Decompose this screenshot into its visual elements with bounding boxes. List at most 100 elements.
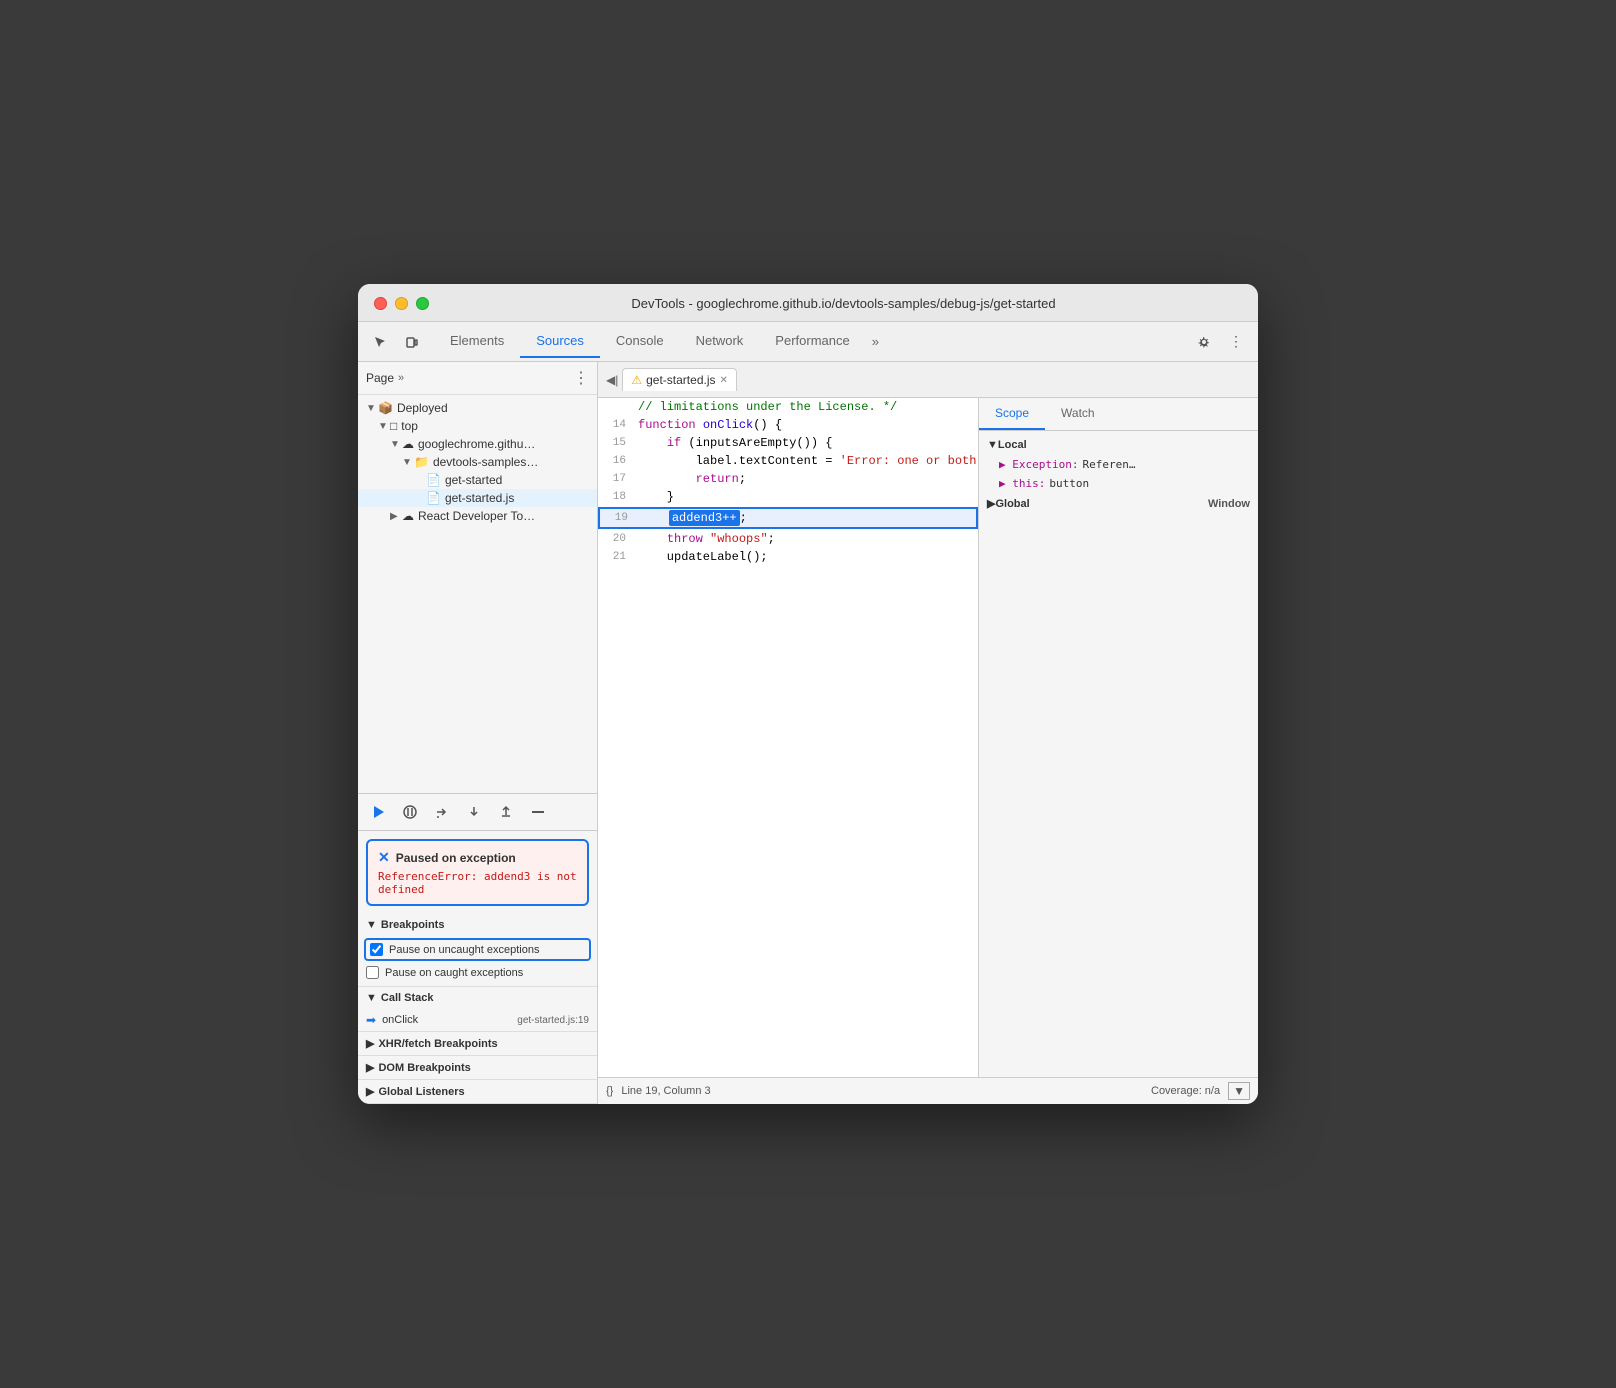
line-content: updateLabel(); — [634, 548, 978, 566]
status-bar-right: Coverage: n/a ▼ — [1151, 1082, 1250, 1100]
cloud-icon: ☁ — [402, 437, 414, 451]
close-button[interactable] — [374, 297, 387, 310]
cloud-icon: ☁ — [402, 509, 414, 523]
traffic-lights — [374, 297, 429, 310]
scope-local-arrow: ▼ — [987, 439, 998, 451]
tree-arrow: ▼ — [390, 439, 402, 450]
line-number — [598, 398, 634, 399]
dom-breakpoints-header[interactable]: ▶ DOM Breakpoints — [358, 1056, 597, 1079]
tree-item-top[interactable]: ▼ □ top — [358, 417, 597, 435]
line-content: if (inputsAreEmpty()) { — [634, 434, 978, 452]
scope-global-arrow: ▶ — [987, 497, 995, 510]
global-listeners-header[interactable]: ▶ Global Listeners — [358, 1080, 597, 1103]
tree-item-deployed[interactable]: ▼ 📦 Deployed — [358, 399, 597, 417]
tree-item-get-started[interactable]: 📄 get-started — [358, 471, 597, 489]
step-into-button[interactable] — [462, 800, 486, 824]
tab-console[interactable]: Console — [600, 325, 680, 358]
back-icon[interactable]: ◀| — [606, 373, 618, 387]
resume-button[interactable] — [366, 800, 390, 824]
settings-icon[interactable] — [1190, 328, 1218, 356]
code-line-14: 14 function onClick() { — [598, 416, 978, 434]
coverage-status: Coverage: n/a — [1151, 1085, 1220, 1097]
scope-local-header[interactable]: ▼ Local — [979, 435, 1258, 455]
cursor-position: Line 19, Column 3 — [621, 1085, 710, 1097]
call-stack-item-onclick[interactable]: ➡ onClick get-started.js:19 — [358, 1009, 597, 1031]
scope-global-header[interactable]: ▶ Global Window — [979, 493, 1258, 514]
line-content: } — [634, 488, 978, 506]
tree-label: googlechrome.githu… — [418, 437, 535, 451]
tree-label: top — [401, 419, 418, 433]
deactivate-breakpoints-button[interactable] — [526, 800, 550, 824]
code-line-20: 20 throw "whoops"; — [598, 530, 978, 548]
code-line-18: 18 } — [598, 488, 978, 506]
line-number: 19 — [600, 509, 636, 527]
sidebar-page-label: Page — [366, 371, 394, 385]
exception-icon: ✕ — [378, 849, 390, 866]
tab-network[interactable]: Network — [680, 325, 760, 358]
code-editor: // limitations under the License. */ 14 … — [598, 398, 978, 1077]
tree-item-devtools-samples[interactable]: ▼ 📁 devtools-samples… — [358, 453, 597, 471]
tab-elements[interactable]: Elements — [434, 325, 520, 358]
dom-label: DOM Breakpoints — [378, 1062, 470, 1074]
scope-item-key: ▶ this: — [999, 477, 1045, 490]
call-stack-fn-name: onClick — [382, 1014, 418, 1026]
maximize-button[interactable] — [416, 297, 429, 310]
line-content: return; — [634, 470, 978, 488]
exception-panel: ✕ Paused on exception ReferenceError: ad… — [366, 839, 589, 906]
editor-tab-close[interactable]: ✕ — [720, 375, 728, 386]
step-over-button[interactable] — [430, 800, 454, 824]
breakpoints-header[interactable]: ▼ Breakpoints — [358, 914, 597, 936]
tab-performance[interactable]: Performance — [759, 325, 865, 358]
code-line-21: 21 updateLabel(); — [598, 548, 978, 566]
pause-uncaught-checkbox[interactable] — [370, 943, 383, 956]
minimize-button[interactable] — [395, 297, 408, 310]
coverage-dropdown-icon[interactable]: ▼ — [1228, 1082, 1250, 1100]
tab-bar-tools — [366, 328, 426, 356]
sidebar-menu-icon[interactable]: ⋮ — [573, 368, 589, 388]
menu-icon[interactable]: ⋮ — [1222, 328, 1250, 356]
scope-local-label: Local — [998, 439, 1027, 451]
line-number: 15 — [598, 434, 634, 452]
call-stack-location: get-started.js:19 — [517, 1015, 589, 1026]
call-stack-arrow: ▼ — [366, 992, 377, 1004]
tree-arrow: ▶ — [390, 511, 402, 522]
step-out-button[interactable] — [494, 800, 518, 824]
xhr-breakpoints-header[interactable]: ▶ XHR/fetch Breakpoints — [358, 1032, 597, 1055]
scope-item-key: ▶ Exception: — [999, 458, 1078, 471]
scope-item-val: button — [1049, 477, 1089, 490]
file-tree: ▼ 📦 Deployed ▼ □ top ▼ ☁ googlechrome.gi… — [358, 395, 597, 793]
tree-item-get-started-js[interactable]: 📄 get-started.js — [358, 489, 597, 507]
line-number: 16 — [598, 452, 634, 470]
line-number: 21 — [598, 548, 634, 566]
pause-caught-checkbox[interactable] — [366, 966, 379, 979]
tree-item-github[interactable]: ▼ ☁ googlechrome.githu… — [358, 435, 597, 453]
xhr-breakpoints-section: ▶ XHR/fetch Breakpoints — [358, 1032, 597, 1056]
tree-item-react-devtools[interactable]: ▶ ☁ React Developer To… — [358, 507, 597, 525]
breakpoints-arrow: ▼ — [366, 919, 377, 931]
line-number: 14 — [598, 416, 634, 434]
editor-tab-get-started-js[interactable]: ⚠ get-started.js ✕ — [622, 368, 737, 391]
format-icon[interactable]: {} — [606, 1085, 613, 1097]
js-file-icon: 📄 — [426, 491, 441, 505]
sidebar-header: Page » ⋮ — [358, 362, 597, 395]
code-line-17: 17 return; — [598, 470, 978, 488]
scope-item-val: Referen… — [1082, 458, 1135, 471]
content-area: Page » ⋮ ▼ 📦 Deployed ▼ □ top — [358, 362, 1258, 1104]
tab-sources[interactable]: Sources — [520, 325, 600, 358]
tab-watch[interactable]: Watch — [1045, 398, 1111, 430]
tab-scope[interactable]: Scope — [979, 398, 1045, 430]
call-stack-arrow-icon: ➡ — [366, 1013, 376, 1027]
line-number: 17 — [598, 470, 634, 488]
call-stack-header[interactable]: ▼ Call Stack — [358, 987, 597, 1009]
scope-this-item: ▶ this: button — [979, 474, 1258, 493]
exception-title-text: Paused on exception — [396, 851, 516, 865]
more-tabs-button[interactable]: » — [866, 326, 885, 357]
tree-label: get-started — [445, 473, 502, 487]
pause-on-exception-button[interactable] — [398, 800, 422, 824]
xhr-arrow: ▶ — [366, 1037, 374, 1050]
cursor-icon[interactable] — [366, 328, 394, 356]
device-icon[interactable] — [398, 328, 426, 356]
line-number: 18 — [598, 488, 634, 506]
sidebar-more-icon[interactable]: » — [398, 372, 404, 384]
tree-label: get-started.js — [445, 491, 514, 505]
